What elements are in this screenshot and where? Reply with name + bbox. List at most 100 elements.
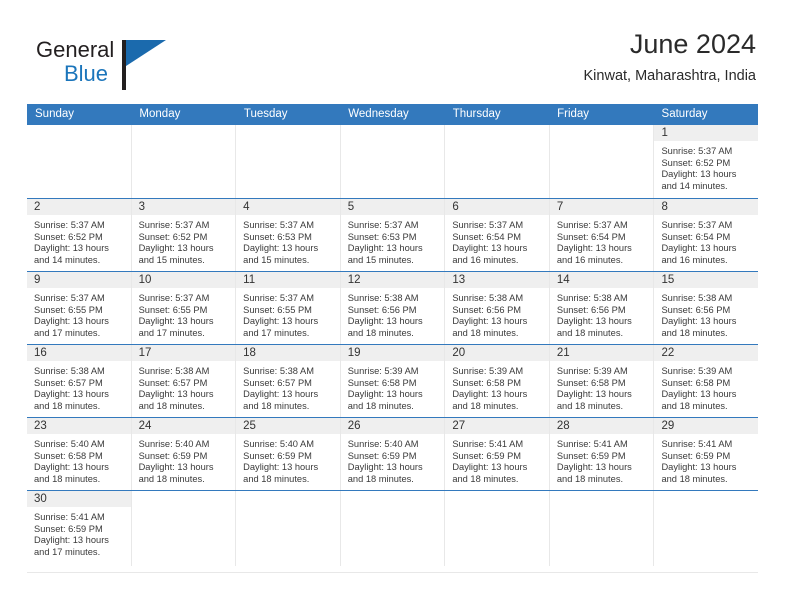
calendar-day-cell[interactable]: 29 Sunrise: 5:41 AM Sunset: 6:59 PM Dayligh… bbox=[654, 418, 759, 490]
day-number-band: 26 bbox=[340, 418, 445, 435]
calendar-day-cell[interactable]: 25 Sunrise: 5:40 AM Sunset: 6:59 PM Dayligh… bbox=[236, 418, 341, 490]
sunrise-text: Sunrise: 5:38 AM bbox=[452, 293, 524, 303]
day-info: Sunrise: 5:41 AM Sunset: 6:59 PM Daylight:… bbox=[27, 508, 131, 558]
day-info: Sunrise: 5:40 AM Sunset: 6:59 PM Daylight:… bbox=[132, 435, 236, 485]
calendar-day-cell[interactable]: 16 Sunrise: 5:38 AM Sunset: 6:57 PM Dayligh… bbox=[27, 345, 132, 417]
day-number: 29 bbox=[661, 420, 675, 432]
day-number-band bbox=[549, 125, 654, 142]
calendar-week-row: 2 Sunrise: 5:37 AM Sunset: 6:52 PM Daylight… bbox=[27, 198, 759, 271]
page-title: June 2024 bbox=[629, 29, 756, 59]
sunset-text: Sunset: 6:55 PM bbox=[138, 304, 208, 315]
calendar-day-cell[interactable]: 17 Sunrise: 5:38 AM Sunset: 6:57 PM Dayligh… bbox=[131, 345, 237, 417]
calendar-day-cell[interactable]: 23 Sunrise: 5:40 AM Sunset: 6:58 PM Dayligh… bbox=[27, 418, 132, 490]
day-number-band: 9 bbox=[27, 272, 131, 289]
day-info: Sunrise: 5:37 AM Sunset: 6:55 PM Daylight:… bbox=[236, 289, 340, 339]
calendar-day-cell[interactable]: 2 Sunrise: 5:37 AM Sunset: 6:52 PM Daylight… bbox=[27, 199, 132, 271]
day-info: Sunrise: 5:41 AM Sunset: 6:59 PM Daylight:… bbox=[654, 435, 758, 485]
daylight-text-line1: Daylight: 13 hours bbox=[452, 389, 528, 400]
calendar-day-cell[interactable]: 10 Sunrise: 5:37 AM Sunset: 6:55 PM Dayligh… bbox=[131, 272, 237, 344]
day-info: Sunrise: 5:39 AM Sunset: 6:58 PM Daylight:… bbox=[654, 362, 758, 412]
sunset-text: Sunset: 6:55 PM bbox=[243, 304, 312, 315]
daylight-text-line2: and 18 minutes. bbox=[452, 327, 519, 338]
day-number: 28 bbox=[556, 420, 570, 432]
daylight-text-line2: and 17 minutes. bbox=[138, 327, 205, 338]
day-number-band: 25 bbox=[236, 418, 340, 435]
daylight-text-line1: Daylight: 13 hours bbox=[452, 316, 528, 327]
sunset-text: Sunset: 6:53 PM bbox=[347, 231, 417, 242]
calendar-day-cell[interactable]: 7 Sunrise: 5:37 AM Sunset: 6:54 PM Daylight… bbox=[549, 199, 655, 271]
sunset-text: Sunset: 6:54 PM bbox=[452, 231, 522, 242]
sunset-text: Sunset: 6:59 PM bbox=[34, 523, 103, 534]
daylight-text-line2: and 18 minutes. bbox=[138, 473, 205, 484]
day-number-band: 6 bbox=[445, 199, 549, 216]
calendar-day-cell[interactable]: 1 Sunrise: 5:37 AM Sunset: 6:52 PM Daylight… bbox=[654, 125, 759, 198]
calendar-page: General Blue June 2024 Kinwat, Maharasht… bbox=[0, 0, 792, 612]
sunrise-text: Sunrise: 5:37 AM bbox=[243, 220, 314, 230]
calendar-day-cell[interactable]: 12 Sunrise: 5:38 AM Sunset: 6:56 PM Dayligh… bbox=[340, 272, 446, 344]
weekday-header-saturday: Saturday bbox=[661, 108, 708, 120]
calendar-day-cell[interactable]: 20 Sunrise: 5:39 AM Sunset: 6:58 PM Dayligh… bbox=[445, 345, 550, 417]
calendar-day-cell[interactable]: 28 Sunrise: 5:41 AM Sunset: 6:59 PM Dayligh… bbox=[549, 418, 655, 490]
calendar-day-cell[interactable]: 13 Sunrise: 5:38 AM Sunset: 6:56 PM Dayligh… bbox=[445, 272, 550, 344]
calendar-day-cell[interactable]: 4 Sunrise: 5:37 AM Sunset: 6:53 PM Daylight… bbox=[236, 199, 341, 271]
calendar-day-cell[interactable]: 14 Sunrise: 5:38 AM Sunset: 6:56 PM Dayligh… bbox=[549, 272, 655, 344]
day-number: 23 bbox=[34, 420, 47, 432]
day-info: Sunrise: 5:37 AM Sunset: 6:52 PM Daylight:… bbox=[132, 216, 236, 266]
calendar-day-cell[interactable]: 8 Sunrise: 5:37 AM Sunset: 6:54 PM Daylight… bbox=[654, 199, 759, 271]
calendar-day-cell-empty bbox=[340, 491, 446, 566]
calendar-day-cell[interactable]: 24 Sunrise: 5:40 AM Sunset: 6:59 PM Dayligh… bbox=[131, 418, 237, 490]
calendar-day-cell[interactable]: 21 Sunrise: 5:39 AM Sunset: 6:58 PM Dayligh… bbox=[549, 345, 655, 417]
daylight-text-line2: and 17 minutes. bbox=[243, 327, 310, 338]
day-number-band bbox=[549, 491, 654, 508]
calendar-day-cell[interactable]: 27 Sunrise: 5:41 AM Sunset: 6:59 PM Dayligh… bbox=[445, 418, 550, 490]
day-number: 26 bbox=[347, 420, 361, 432]
calendar-week-row: 30 Sunrise: 5:41 AM Sunset: 6:59 PM Dayligh… bbox=[27, 490, 759, 566]
day-number-band: 30 bbox=[27, 491, 131, 508]
weekday-header-sunday: Sunday bbox=[35, 108, 75, 120]
calendar-day-cell[interactable]: 19 Sunrise: 5:39 AM Sunset: 6:58 PM Dayligh… bbox=[340, 345, 446, 417]
calendar-day-cell[interactable]: 3 Sunrise: 5:37 AM Sunset: 6:52 PM Daylight… bbox=[131, 199, 237, 271]
sunset-text: Sunset: 6:54 PM bbox=[556, 231, 626, 242]
sunrise-text: Sunrise: 5:39 AM bbox=[556, 366, 628, 376]
calendar-day-cell[interactable]: 18 Sunrise: 5:38 AM Sunset: 6:57 PM Dayligh… bbox=[236, 345, 341, 417]
day-number: 18 bbox=[243, 347, 256, 359]
day-number: 2 bbox=[34, 201, 41, 213]
daylight-text-line1: Daylight: 13 hours bbox=[34, 243, 109, 254]
daylight-text-line1: Daylight: 13 hours bbox=[556, 243, 632, 254]
day-number: 3 bbox=[138, 201, 145, 213]
calendar-day-cell[interactable]: 6 Sunrise: 5:37 AM Sunset: 6:54 PM Daylight… bbox=[445, 199, 550, 271]
day-number-band bbox=[340, 491, 445, 508]
day-number-band: 17 bbox=[131, 345, 236, 362]
daylight-text-line2: and 18 minutes. bbox=[661, 400, 728, 411]
daylight-text-line1: Daylight: 13 hours bbox=[138, 462, 214, 473]
calendar-day-cell[interactable]: 9 Sunrise: 5:37 AM Sunset: 6:55 PM Daylight… bbox=[27, 272, 132, 344]
calendar-day-cell[interactable]: 5 Sunrise: 5:37 AM Sunset: 6:53 PM Daylight… bbox=[340, 199, 446, 271]
day-info: Sunrise: 5:39 AM Sunset: 6:58 PM Daylight:… bbox=[445, 362, 549, 412]
sunrise-text: Sunrise: 5:39 AM bbox=[452, 366, 524, 376]
day-info: Sunrise: 5:40 AM Sunset: 6:59 PM Daylight:… bbox=[341, 435, 445, 485]
sunrise-text: Sunrise: 5:37 AM bbox=[34, 220, 105, 230]
day-number-band: 10 bbox=[131, 272, 236, 289]
day-number-band bbox=[236, 491, 340, 508]
sunset-text: Sunset: 6:59 PM bbox=[452, 450, 522, 461]
sunset-text: Sunset: 6:58 PM bbox=[34, 450, 103, 461]
day-number-band: 2 bbox=[27, 199, 131, 216]
daylight-text-line2: and 15 minutes. bbox=[347, 254, 414, 265]
sunrise-text: Sunrise: 5:38 AM bbox=[34, 366, 105, 376]
calendar-day-cell[interactable]: 22 Sunrise: 5:39 AM Sunset: 6:58 PM Dayligh… bbox=[654, 345, 759, 417]
day-info: Sunrise: 5:37 AM Sunset: 6:53 PM Daylight:… bbox=[341, 216, 445, 266]
day-number-band: 21 bbox=[549, 345, 654, 362]
daylight-text-line1: Daylight: 13 hours bbox=[556, 389, 632, 400]
calendar-day-cell[interactable]: 11 Sunrise: 5:37 AM Sunset: 6:55 PM Dayligh… bbox=[236, 272, 341, 344]
calendar-day-cell[interactable]: 30 Sunrise: 5:41 AM Sunset: 6:59 PM Dayligh… bbox=[27, 491, 132, 566]
calendar-day-cell[interactable]: 26 Sunrise: 5:40 AM Sunset: 6:59 PM Dayligh… bbox=[340, 418, 446, 490]
daylight-text-line1: Daylight: 13 hours bbox=[661, 169, 737, 180]
calendar-day-cell[interactable]: 15 Sunrise: 5:38 AM Sunset: 6:56 PM Dayligh… bbox=[654, 272, 759, 344]
page-subtitle-location: Kinwat, Maharashtra, India bbox=[583, 68, 756, 84]
daylight-text-line1: Daylight: 13 hours bbox=[138, 243, 214, 254]
daylight-text-line1: Daylight: 13 hours bbox=[243, 462, 319, 473]
sunset-text: Sunset: 6:56 PM bbox=[347, 304, 417, 315]
sunrise-text: Sunrise: 5:37 AM bbox=[556, 220, 628, 230]
sunset-text: Sunset: 6:56 PM bbox=[452, 304, 522, 315]
daylight-text-line2: and 18 minutes. bbox=[452, 400, 519, 411]
